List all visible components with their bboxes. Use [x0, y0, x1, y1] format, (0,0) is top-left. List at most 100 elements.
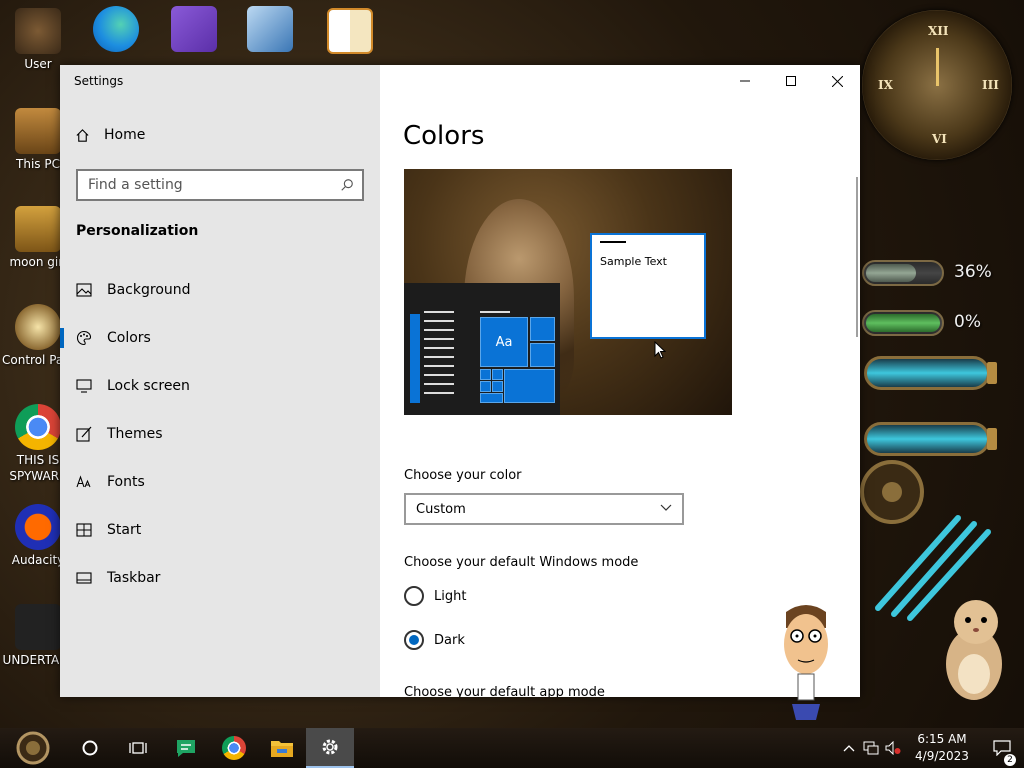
sidebar-item-fonts[interactable]: Fonts [60, 460, 380, 504]
desktop-icon-user[interactable]: User [2, 8, 74, 72]
radio-label: Dark [434, 632, 465, 648]
preview-tiles: Aa [480, 317, 555, 403]
action-center-button[interactable]: 2 [980, 740, 1024, 766]
search-icon[interactable] [340, 178, 354, 196]
taskbar-app-sheets[interactable] [162, 728, 210, 768]
chevron-up-icon [843, 745, 855, 752]
radio-circle [404, 586, 424, 606]
taskbar: 6:15 AM 4/9/2023 2 [0, 728, 1024, 768]
sidebar-item-colors[interactable]: Colors [60, 316, 380, 360]
sidebar-item-background[interactable]: Background [60, 268, 380, 312]
sample-title-line [600, 241, 626, 243]
sidebar-item-lock-screen[interactable]: Lock screen [60, 364, 380, 408]
cortana-button[interactable] [66, 728, 114, 768]
windows-mode-label: Choose your default Windows mode [404, 555, 639, 570]
visual-studio-icon [171, 6, 217, 52]
preview-tile-aa: Aa [480, 317, 528, 367]
folder-icon [271, 741, 293, 757]
window-title: Settings [74, 74, 124, 88]
gauge-fill [866, 314, 940, 332]
taskbar-app-file-explorer[interactable] [258, 728, 306, 768]
cpu-gauge [862, 260, 944, 286]
sidebar-item-label: Fonts [107, 474, 145, 490]
radio-dark-mode[interactable]: Dark [404, 630, 465, 650]
picture-icon [76, 282, 92, 298]
clock-numeral: XII [928, 24, 949, 38]
hamster-decoration [946, 600, 1002, 700]
preview-tile [480, 393, 503, 403]
sidebar-item-start[interactable]: Start [60, 508, 380, 552]
radio-light-mode[interactable]: Light [404, 586, 466, 606]
desktop-icon-visual-studio[interactable] [158, 6, 230, 54]
user-folder-icon [15, 8, 61, 54]
volume-button[interactable] [882, 741, 904, 755]
maximize-icon [786, 76, 796, 86]
chevron-down-icon [660, 504, 672, 511]
app-mode-label: Choose your default app mode [404, 685, 605, 697]
sidebar-item-taskbar[interactable]: Taskbar [60, 556, 380, 600]
preview-tile [530, 317, 555, 341]
chat-app-icon [177, 740, 195, 757]
show-hidden-icons-button[interactable] [838, 744, 860, 752]
settings-sidebar: Settings Home Personalization Background [60, 65, 380, 697]
clock-time: 6:15 AM [917, 732, 967, 746]
sidebar-item-label: Background [107, 282, 191, 298]
audacity-icon [15, 504, 61, 550]
choose-color-label: Choose your color [404, 468, 522, 483]
clock-numeral: VI [932, 132, 947, 146]
preview-taskbar-strip [410, 314, 420, 403]
sidebar-item-label: Lock screen [107, 378, 190, 394]
scrollbar[interactable] [856, 177, 858, 337]
close-button[interactable] [814, 65, 860, 97]
minimize-button[interactable] [722, 65, 768, 97]
task-view-button[interactable] [114, 728, 162, 768]
taskbar-icon [76, 570, 92, 586]
gauge-fill [866, 264, 916, 282]
search-box [76, 169, 364, 201]
minimize-icon [740, 80, 750, 82]
steampunk-clock-widget: XII III VI IX [862, 10, 1012, 160]
sidebar-item-label: Start [107, 522, 142, 538]
sidebar-item-themes[interactable]: Themes [60, 412, 380, 456]
battery-tube-1 [864, 356, 997, 390]
start-icon [76, 522, 92, 538]
sidebar-item-label: Themes [107, 426, 163, 442]
system-tray: 6:15 AM 4/9/2023 2 [838, 728, 1024, 768]
virtualbox-icon [247, 6, 293, 52]
cartoon-character-decoration [784, 605, 828, 720]
color-preview: Aa Sample Text [404, 169, 732, 415]
sidebar-item-label: Colors [107, 330, 151, 346]
unity-icon [15, 604, 61, 650]
sidebar-item-label: Taskbar [107, 570, 161, 586]
taskbar-clock[interactable]: 6:15 AM 4/9/2023 [904, 731, 980, 765]
close-icon [831, 75, 843, 87]
notification-count-badge: 2 [1004, 754, 1016, 766]
memory-gauge-value: 0% [954, 312, 981, 332]
preview-tile [530, 343, 555, 367]
taskbar-app-settings[interactable] [306, 728, 354, 768]
home-icon [74, 127, 90, 143]
memory-gauge [862, 310, 944, 336]
task-view-icon [129, 742, 147, 754]
palette-icon [76, 330, 92, 346]
desktop-icon-edge[interactable] [80, 6, 152, 54]
clock-numeral: IX [878, 78, 893, 92]
taskbar-app-chrome[interactable] [210, 728, 258, 768]
network-button[interactable] [860, 741, 882, 755]
radio-circle-selected [404, 630, 424, 650]
preview-sample-window: Sample Text [590, 233, 706, 339]
home-label: Home [104, 127, 146, 143]
search-input[interactable] [78, 171, 328, 199]
desktop-icon-virtualbox[interactable] [234, 6, 306, 54]
clock-minute-hand [936, 56, 939, 86]
desktop-icon-hxd[interactable] [314, 8, 386, 56]
preview-tile [504, 369, 555, 403]
volume-muted-icon [885, 741, 901, 755]
computer-icon [15, 108, 61, 154]
maximize-button[interactable] [768, 65, 814, 97]
start-button[interactable] [0, 728, 66, 768]
mouse-cursor-icon [654, 341, 666, 359]
color-dropdown[interactable]: Custom [404, 493, 684, 525]
home-nav-item[interactable]: Home [74, 127, 145, 143]
gear-icon [322, 739, 338, 755]
